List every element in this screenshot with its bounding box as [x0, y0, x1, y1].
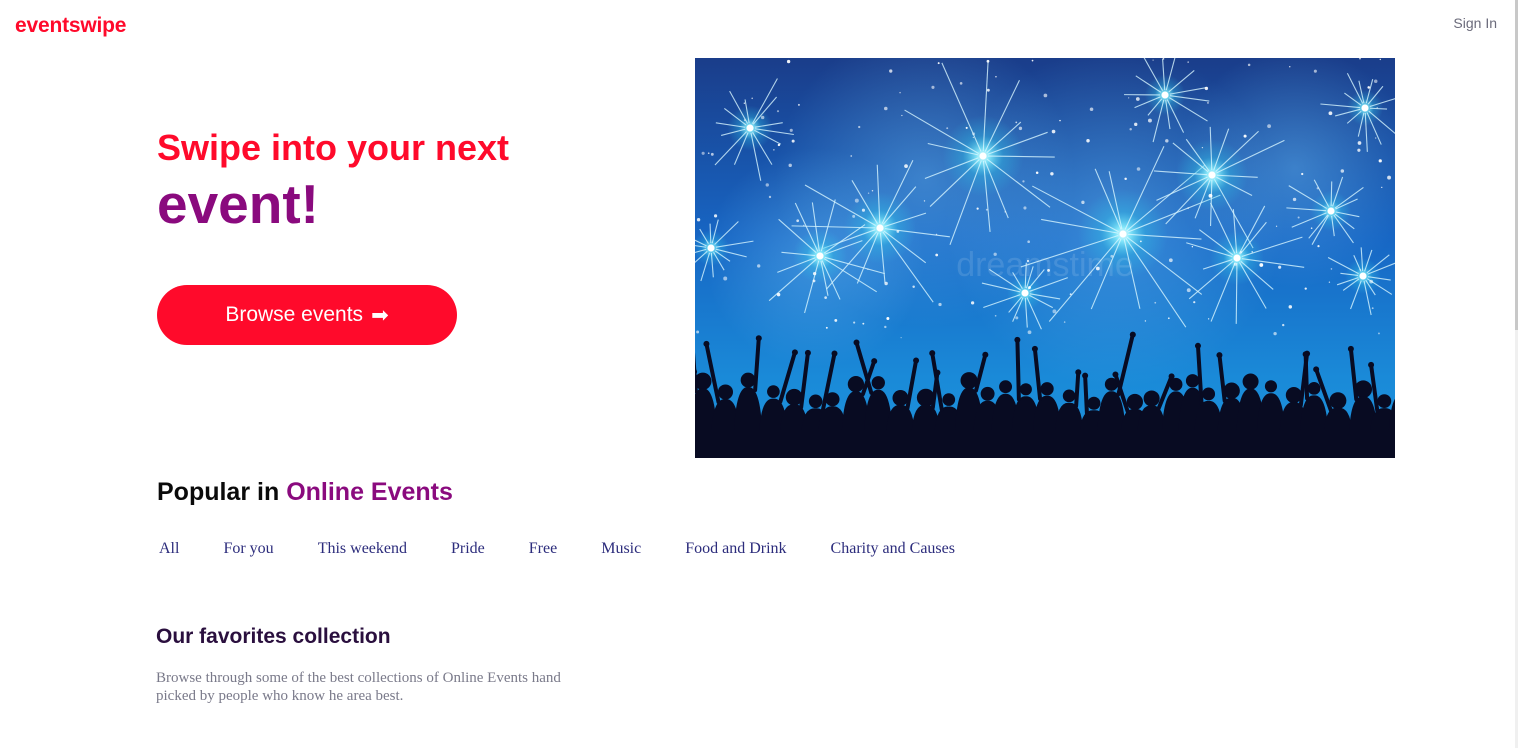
popular-heading: Popular in Online Events [157, 478, 453, 507]
browse-events-label: Browse events [225, 303, 364, 326]
arrow-right-icon: ➡ [371, 303, 389, 327]
image-watermark: dreamstime [956, 246, 1134, 284]
sign-in-link[interactable]: Sign In [1453, 15, 1497, 31]
tab-for-you[interactable]: For you [223, 540, 273, 558]
location-switcher[interactable]: Online Events [286, 478, 453, 506]
popular-prefix: Popular in [157, 478, 280, 506]
hero-headline-emphasis: event! [157, 173, 319, 235]
tab-pride[interactable]: Pride [451, 540, 485, 558]
browse-events-button[interactable]: Browse events ➡ [157, 285, 457, 345]
tab-charity-and-causes[interactable]: Charity and Causes [831, 540, 955, 558]
hero-headline: Swipe into your next [157, 127, 510, 168]
tab-food-and-drink[interactable]: Food and Drink [685, 540, 786, 558]
tab-this-weekend[interactable]: This weekend [318, 540, 407, 558]
brand-logo[interactable]: eventswipe [15, 14, 126, 38]
favorites-title: Our favorites collection [156, 625, 391, 648]
tab-music[interactable]: Music [601, 540, 641, 558]
favorites-description: Browse through some of the best collecti… [156, 670, 561, 704]
tab-free[interactable]: Free [529, 540, 557, 558]
category-tabs: All For you This weekend Pride Free Musi… [159, 540, 999, 558]
hero-fireworks-image: dreamstime [695, 58, 1395, 458]
tab-all[interactable]: All [159, 540, 179, 558]
